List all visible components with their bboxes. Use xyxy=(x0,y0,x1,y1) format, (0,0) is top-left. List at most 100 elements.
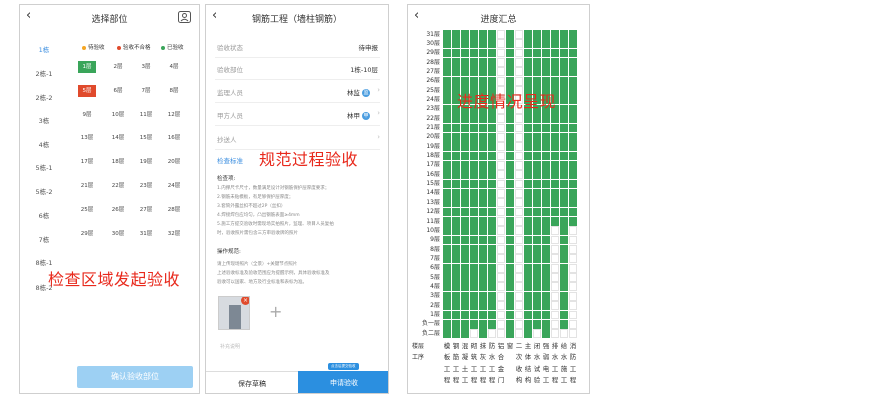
progress-cell xyxy=(524,179,533,189)
floor-cell[interactable]: 10层 xyxy=(109,109,127,121)
progress-cell xyxy=(524,170,533,180)
progress-cell xyxy=(488,273,497,282)
building-item[interactable]: 5栋-1 xyxy=(20,162,68,172)
floor-cell[interactable]: 27层 xyxy=(137,204,155,216)
inspection-standard-link[interactable]: 检查标准 xyxy=(217,155,243,165)
floor-cell[interactable]: 28层 xyxy=(165,204,183,216)
progress-cell xyxy=(569,67,578,77)
chevron-right-icon: › xyxy=(377,109,380,117)
progress-cell xyxy=(443,39,452,49)
progress-cell xyxy=(452,291,461,301)
progress-cell xyxy=(443,329,452,338)
progress-cell xyxy=(542,329,551,338)
progress-cell xyxy=(443,114,452,123)
confirm-location-button[interactable]: 确认验收部位 xyxy=(77,366,193,388)
building-item[interactable]: 7栋 xyxy=(20,234,68,244)
progress-cell xyxy=(443,142,452,151)
progress-cell xyxy=(515,273,524,282)
uploaded-photo[interactable]: × xyxy=(218,296,250,330)
floor-cell[interactable]: 12层 xyxy=(165,109,183,121)
progress-cell xyxy=(470,217,479,226)
progress-cell xyxy=(542,30,551,39)
progress-cell xyxy=(551,226,560,236)
progress-cell xyxy=(479,39,488,49)
floor-cell[interactable]: 22层 xyxy=(109,180,127,192)
floor-label: 5层 xyxy=(430,273,440,281)
building-item[interactable]: 6栋 xyxy=(20,210,68,220)
building-item[interactable]: 1栋 xyxy=(20,44,68,54)
floor-cell[interactable]: 3层 xyxy=(137,61,155,73)
floor-cell[interactable]: 11层 xyxy=(137,109,155,121)
progress-cell xyxy=(461,179,470,189)
floor-cell[interactable]: 20层 xyxy=(165,156,183,168)
progress-cell xyxy=(515,160,524,170)
floor-cell[interactable]: 26层 xyxy=(109,204,127,216)
floor-cell[interactable]: 2层 xyxy=(109,61,127,73)
header: ‹ 进度汇总 xyxy=(408,5,589,29)
progress-cell xyxy=(461,217,470,226)
floor-cell[interactable]: 25层 xyxy=(78,204,96,216)
progress-cell xyxy=(461,30,470,39)
progress-cell xyxy=(470,207,479,217)
floor-cell[interactable]: 18层 xyxy=(109,156,127,168)
floor-cell[interactable]: 23层 xyxy=(137,180,155,192)
floor-cell[interactable]: 13层 xyxy=(78,132,96,144)
remark-input[interactable]: 补充说明 xyxy=(220,343,240,350)
field-owner[interactable]: 甲方人员 林甲甲 › xyxy=(215,104,380,126)
floor-cell[interactable]: 16层 xyxy=(165,132,183,144)
progress-cell xyxy=(569,179,578,189)
progress-cell xyxy=(542,198,551,208)
floor-cell[interactable]: 5层 xyxy=(78,85,96,97)
floor-cell[interactable]: 32层 xyxy=(165,228,183,240)
floor-cell[interactable]: 7层 xyxy=(137,85,155,97)
annotation-text: 进度情况呈现 xyxy=(457,92,557,111)
progress-cell xyxy=(569,329,578,338)
floor-cell[interactable]: 21层 xyxy=(78,180,96,192)
progress-cell xyxy=(461,151,470,161)
progress-cell xyxy=(470,30,479,39)
progress-cell xyxy=(497,291,506,301)
progress-cell xyxy=(524,39,533,49)
delete-icon[interactable]: × xyxy=(241,297,249,305)
field-supervisor[interactable]: 监理人员 林监监 › xyxy=(215,81,380,103)
building-item[interactable]: 5栋-2 xyxy=(20,186,68,196)
floor-cell[interactable]: 14层 xyxy=(109,132,127,144)
progress-cell xyxy=(542,48,551,58)
progress-cell xyxy=(461,263,470,273)
progress-cell xyxy=(488,207,497,217)
progress-cell xyxy=(506,179,515,189)
building-item[interactable]: 4栋 xyxy=(20,139,68,149)
progress-cell xyxy=(515,179,524,189)
floor-cell[interactable]: 19层 xyxy=(137,156,155,168)
floor-cell[interactable]: 6层 xyxy=(109,85,127,97)
floor-cell[interactable]: 31层 xyxy=(137,228,155,240)
progress-cell xyxy=(569,188,578,198)
save-draft-button[interactable]: 保存草稿 xyxy=(206,371,298,393)
progress-cell xyxy=(506,160,515,170)
progress-cell xyxy=(506,282,515,292)
floor-cell[interactable]: 1层 xyxy=(78,61,96,73)
user-icon[interactable] xyxy=(178,11,191,23)
progress-cell xyxy=(560,123,569,133)
progress-cell xyxy=(488,132,497,142)
floor-cell[interactable]: 15层 xyxy=(137,132,155,144)
floor-cell[interactable]: 30层 xyxy=(109,228,127,240)
progress-cell xyxy=(488,235,497,245)
submit-inspection-button[interactable]: 申请验收 xyxy=(298,371,388,393)
progress-cell xyxy=(488,114,497,123)
building-item[interactable]: 3栋 xyxy=(20,115,68,125)
progress-cell xyxy=(470,188,479,198)
floor-cell[interactable]: 29层 xyxy=(78,228,96,240)
progress-cell xyxy=(461,245,470,254)
floor-cell[interactable]: 17层 xyxy=(78,156,96,168)
plus-icon[interactable]: + xyxy=(269,302,282,321)
progress-cell xyxy=(551,58,560,67)
floor-cell[interactable]: 24层 xyxy=(165,180,183,192)
floor-cell[interactable]: 9层 xyxy=(78,109,96,121)
progress-cell xyxy=(452,123,461,133)
progress-cell xyxy=(551,76,560,86)
building-item[interactable]: 2栋-1 xyxy=(20,68,68,78)
floor-cell[interactable]: 8层 xyxy=(165,85,183,97)
building-item[interactable]: 2栋-2 xyxy=(20,92,68,102)
floor-cell[interactable]: 4层 xyxy=(165,61,183,73)
